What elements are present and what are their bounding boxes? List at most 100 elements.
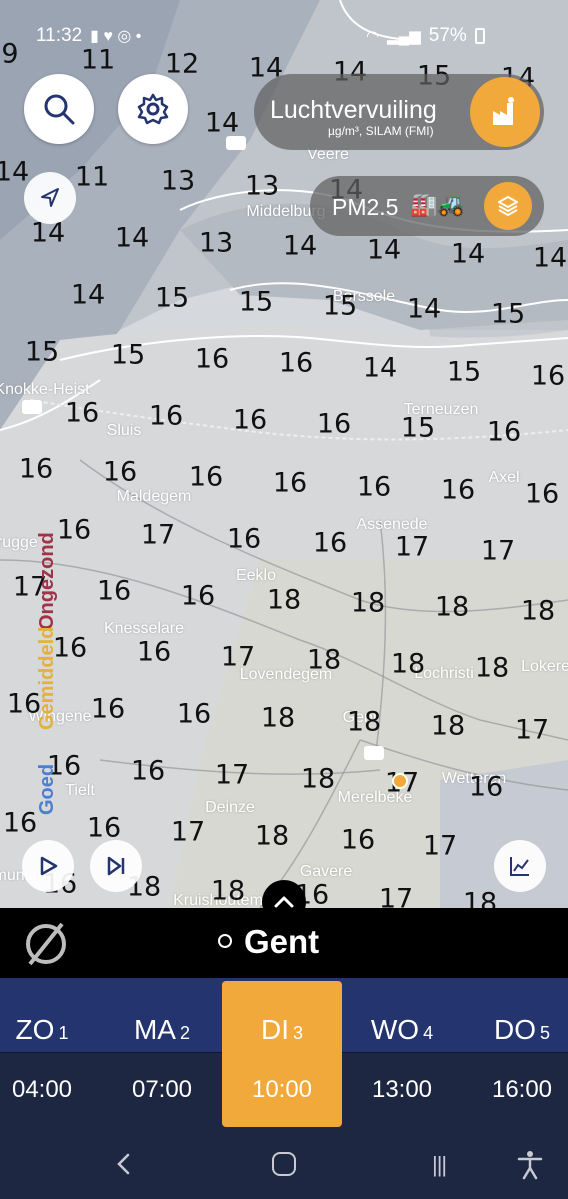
value-label: 16 [440, 474, 476, 506]
value-label: 16 [90, 693, 126, 725]
day-name: DO 5 [462, 1014, 568, 1046]
webcam-icon[interactable] [364, 746, 384, 760]
value-label: 12 [164, 48, 200, 80]
search-icon [44, 94, 75, 125]
value-label: 16 [524, 478, 560, 510]
value-label: 16 [102, 456, 138, 488]
value-label: 18 [390, 648, 426, 680]
value-label: 18 [462, 887, 498, 909]
value-label: 14 [114, 222, 150, 254]
day-name: ZO 1 [0, 1014, 102, 1046]
map-view[interactable]: Veere Middelburg Borssele Knokke-Heist Sluis… [0, 0, 568, 908]
value-label: 15 [322, 290, 358, 322]
play-button[interactable] [22, 840, 74, 892]
air-quality-legend: Ongezond Gemiddeld Goed [36, 520, 64, 820]
layers-icon [498, 196, 518, 216]
chart-icon [510, 857, 529, 876]
value-label: 18 [350, 587, 386, 619]
value-label: 15 [446, 356, 482, 388]
back-icon[interactable] [114, 1152, 134, 1176]
layer-selector[interactable]: Luchtvervuiling µg/m³, SILAM (FMI) [254, 74, 544, 150]
day-number: 3 [292, 1023, 303, 1043]
location-bar: Gent [0, 908, 568, 978]
home-icon[interactable] [272, 1152, 296, 1176]
value-label: 16 [64, 397, 100, 429]
day-option[interactable]: DO 5 16:00 [462, 978, 568, 1128]
time-option: 07:00 [131, 1076, 193, 1103]
place-label: Deinze [205, 799, 255, 816]
play-icon [40, 856, 58, 876]
value-label: 16 [232, 404, 268, 436]
value-label: 18 [520, 595, 556, 627]
value-label: 17 [220, 641, 256, 673]
value-label: 17 [394, 531, 430, 563]
day-option[interactable]: DI 3 10:00 [222, 981, 342, 1127]
pollution-layer-button[interactable] [470, 77, 540, 147]
value-label: 14 [204, 107, 240, 139]
gear-icon [137, 93, 169, 125]
value-label: 16 [2, 807, 38, 839]
value-label: 16 [278, 347, 314, 379]
value-label: 18 [210, 875, 246, 907]
time-option: 16:00 [491, 1076, 553, 1103]
factory-icon [493, 97, 514, 125]
location-marker[interactable] [392, 773, 408, 789]
day-abbrev: DI [260, 1014, 289, 1045]
status-time: 11:32 ▮ ♥ ◎ • [36, 22, 141, 50]
day-option[interactable]: WO 4 13:00 [342, 978, 462, 1128]
value-label: 17 [514, 714, 550, 746]
layers-button[interactable] [484, 182, 532, 230]
day-abbrev: MA [133, 1014, 176, 1045]
value-label: 16 [226, 523, 262, 555]
value-label: 16 [18, 453, 54, 485]
place-label: Eeklo [235, 567, 277, 584]
no-value-icon[interactable] [22, 920, 70, 968]
value-label: 16 [312, 527, 348, 559]
place-label: Knesselare [103, 620, 185, 637]
day-name: MA 2 [102, 1014, 222, 1046]
status-time-text: 11:32 [36, 25, 83, 46]
place-label: Brugge [0, 534, 38, 551]
settings-button[interactable] [118, 74, 188, 144]
recent-apps-icon[interactable]: ||| [432, 1152, 447, 1178]
value-label: 17 [214, 759, 250, 791]
webcam-icon[interactable] [22, 400, 42, 414]
value-label: 13 [198, 227, 234, 259]
value-label: 16 [272, 467, 308, 499]
chevron-up-icon [274, 896, 294, 908]
value-label: 14 [70, 279, 106, 311]
step-forward-button[interactable] [90, 840, 142, 892]
time-option: 04:00 [11, 1076, 73, 1103]
battery-percent: 57% [428, 25, 467, 46]
notification-icons: ▮ ♥ ◎ • [90, 28, 142, 45]
value-label: 14 [450, 238, 486, 270]
day-selector: ZO 1 04:00 MA 2 07:00 DI 3 10:00 WO 4 13:00 DO 5 16:00 [0, 978, 568, 1128]
value-label: 16 [180, 580, 216, 612]
day-name: DI 3 [222, 1014, 342, 1046]
pollutant-selector[interactable]: PM2.5 🏭🚜 [310, 176, 544, 236]
value-label: 16 [340, 824, 376, 856]
time-option: 13:00 [371, 1076, 433, 1103]
value-label: 18 [346, 706, 382, 738]
battery-icon [474, 28, 485, 44]
day-option[interactable]: ZO 1 04:00 [0, 978, 102, 1128]
place-label: Axel [488, 469, 520, 486]
value-label: 15 [490, 298, 526, 330]
day-name: WO 4 [342, 1014, 462, 1046]
pollutant-label: PM2.5 [332, 194, 399, 220]
place-label: Lokeren [521, 658, 568, 675]
place-label: Sluis [106, 422, 142, 439]
value-label: 18 [260, 702, 296, 734]
place-label: Maldegem [116, 488, 192, 505]
value-label: 15 [238, 286, 274, 318]
day-option[interactable]: MA 2 07:00 [102, 978, 222, 1128]
accessibility-icon[interactable] [516, 1150, 544, 1180]
my-location-button[interactable] [24, 172, 76, 224]
value-label: 18 [266, 584, 302, 616]
value-label: 13 [244, 170, 280, 202]
location-name[interactable]: Gent [244, 923, 319, 961]
chart-button[interactable] [494, 840, 546, 892]
search-button[interactable] [24, 74, 94, 144]
value-label: 16 [356, 471, 392, 503]
webcam-icon[interactable] [226, 136, 246, 150]
